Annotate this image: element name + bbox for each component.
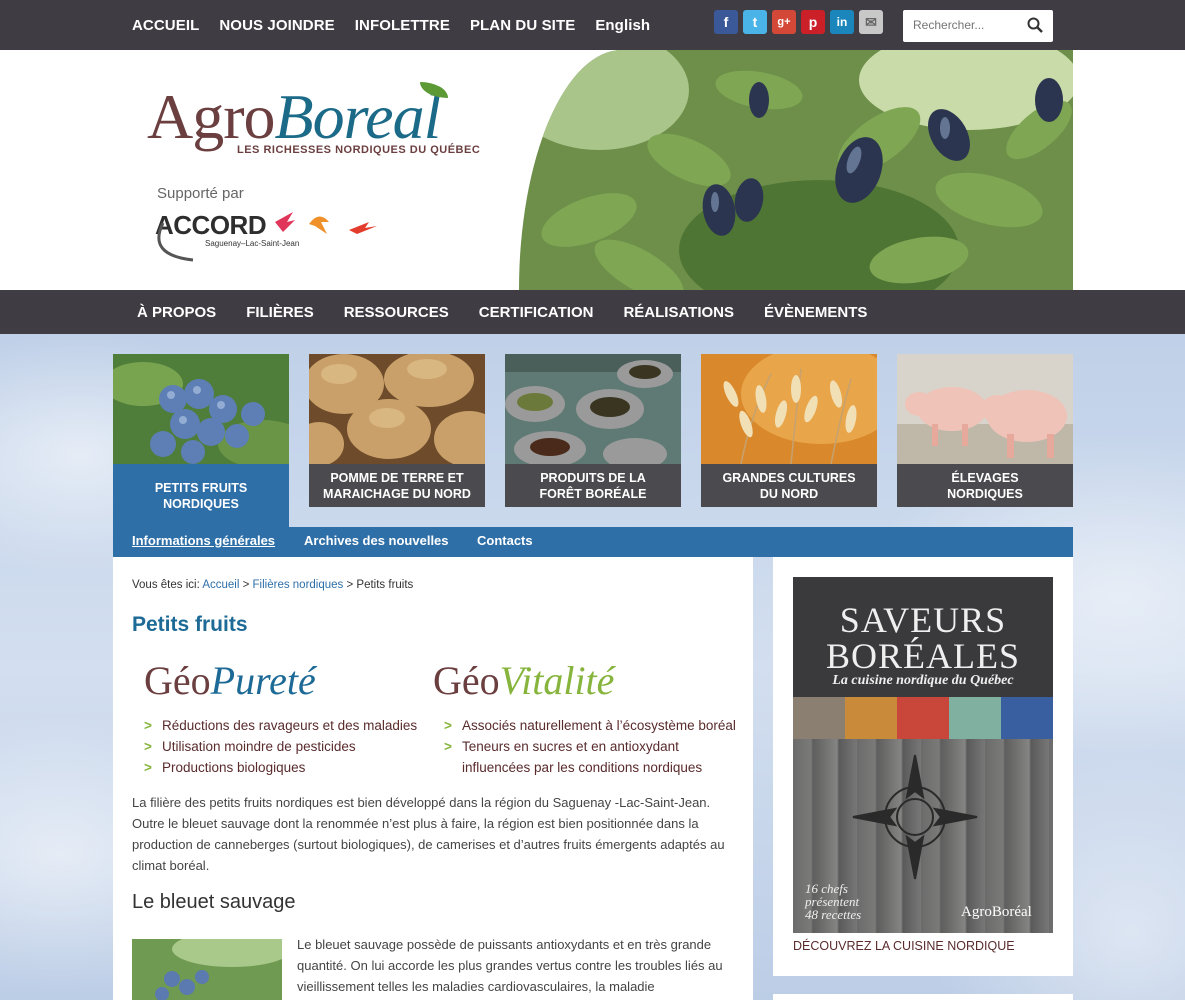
main-nav: À PROPOS FILIÈRES RESSOURCES CERTIFICATI… — [0, 290, 1185, 334]
chevron-right-icon: > — [444, 739, 452, 754]
list-item: > Teneurs en sucres et en antioxydant — [432, 736, 736, 757]
main-nav-filieres[interactable]: FILIÈRES — [246, 304, 314, 321]
book-agroboreal-logo: AgroBoréal — [961, 904, 1032, 920]
main-nav-a-propos[interactable]: À PROPOS — [137, 304, 216, 321]
email-icon[interactable]: ✉ — [859, 10, 883, 34]
breadcrumb: Vous êtes ici: Accueil > Filières nordiq… — [132, 579, 414, 591]
tile-pomme-de-terre[interactable]: POMME DE TERRE ET MARAICHAGE DU NORD — [309, 354, 485, 507]
intro-paragraph: La filière des petits fruits nordiques e… — [132, 795, 725, 873]
pigs-image — [897, 354, 1073, 464]
main-nav-ressources[interactable]: RESSOURCES — [344, 304, 449, 321]
breadcrumb-accueil[interactable]: Accueil — [202, 579, 239, 591]
agroboreal-logo[interactable]: AgroBoreal LES RICHESSES NORDIQUES DU QU… — [147, 80, 480, 156]
pinterest-icon[interactable]: p — [801, 10, 825, 34]
main-nav-realisations[interactable]: RÉALISATIONS — [623, 304, 734, 321]
breadcrumb-filieres[interactable]: Filières nordiques — [253, 579, 344, 591]
book-title-line2: BORÉALES — [825, 636, 1020, 676]
logo-tagline: LES RICHESSES NORDIQUES DU QUÉBEC — [237, 144, 481, 156]
main-nav-evenements[interactable]: ÉVÈNEMENTS — [764, 304, 867, 321]
blueberry-paragraph: Le bleuet sauvage possède de puissants a… — [297, 937, 723, 994]
top-nav-english[interactable]: English — [595, 17, 650, 34]
sub-nav-contacts[interactable]: Contacts — [477, 533, 533, 548]
section-heading: Le bleuet sauvage — [132, 891, 296, 913]
chevron-right-icon: > — [444, 718, 452, 733]
top-nav: ACCUEIL NOUS JOINDRE INFOLETTRE PLAN DU … — [132, 0, 650, 50]
hero-illustration — [519, 50, 1073, 290]
tile-caption: POMME DE TERRE ET MARAICHAGE DU NORD — [309, 464, 485, 507]
sub-nav: Informations générales Archives des nouv… — [113, 527, 1073, 557]
top-nav-accueil[interactable]: ACCUEIL — [132, 17, 199, 34]
main-nav-certification[interactable]: CERTIFICATION — [479, 304, 594, 321]
wild-blueberry-image — [132, 939, 282, 1000]
chevron-right-icon: > — [144, 739, 152, 754]
sidebar-second-widget — [773, 994, 1073, 1000]
book-subtitle: La cuisine nordique du Québec — [832, 673, 1014, 688]
linkedin-icon[interactable]: in — [830, 10, 854, 34]
saveurs-boreales-book-cover[interactable]: SAVEURS BORÉALES La cuisine nordique du … — [793, 577, 1053, 933]
geopurete-logo: GéoPureté — [144, 658, 316, 703]
search-icon[interactable] — [1027, 17, 1043, 33]
main-content: Vous êtes ici: Accueil > Filières nordiq… — [113, 557, 753, 1000]
tile-caption: GRANDES CULTURES DU NORD — [701, 464, 877, 507]
search-input[interactable] — [911, 17, 1025, 33]
list-item: > Utilisation moindre de pesticides — [132, 736, 417, 757]
page-title: Petits fruits — [132, 613, 248, 636]
logo-agro: Agro — [147, 81, 276, 152]
top-nav-infolettre[interactable]: INFOLETTRE — [355, 17, 450, 34]
accord-swoosh-icon — [157, 222, 194, 262]
top-bar: ACCUEIL NOUS JOINDRE INFOLETTRE PLAN DU … — [0, 0, 1185, 50]
list-item: influencées par les conditions nordiques — [462, 760, 703, 775]
tile-produits-foret[interactable]: PRODUITS DE LA FORÊT BORÉALE — [505, 354, 681, 507]
sub-nav-archives[interactable]: Archives des nouvelles — [304, 533, 449, 548]
chevron-right-icon: > — [144, 760, 152, 775]
food-photo-strip — [793, 697, 1053, 739]
google-plus-icon[interactable]: g+ — [772, 10, 796, 34]
birds-icon — [275, 212, 377, 234]
list-item: > Associés naturellement à l’écosystème b… — [432, 715, 736, 736]
top-nav-nous-joindre[interactable]: NOUS JOINDRE — [219, 17, 334, 34]
list-item: > Productions biologiques — [132, 757, 417, 778]
facebook-icon[interactable]: f — [714, 10, 738, 34]
potatoes-image — [309, 354, 485, 464]
sidebar: SAVEURS BORÉALES La cuisine nordique du … — [773, 557, 1073, 976]
site-header: AgroBoreal LES RICHESSES NORDIQUES DU QU… — [0, 50, 1185, 290]
top-nav-plan-du-site[interactable]: PLAN DU SITE — [470, 17, 575, 34]
geovitalite-logo: GéoVitalité — [433, 658, 615, 703]
purete-list: > Réductions des ravageurs et des maladie… — [132, 715, 417, 778]
logo-boreal: Boreal — [274, 81, 442, 152]
tile-petits-fruits[interactable]: PETITS FRUITS NORDIQUES — [113, 354, 289, 527]
accord-logo[interactable]: ACCORD Saguenay–Lac-Saint-Jean — [155, 210, 377, 262]
hero-camerise-image — [519, 50, 1073, 290]
twitter-icon[interactable]: t — [743, 10, 767, 34]
tile-caption: PETITS FRUITS NORDIQUES — [113, 464, 289, 527]
social-links: f t g+ p in ✉ — [714, 10, 883, 34]
book-chefs-text: 16 chefs présentent 48 recettes — [805, 881, 862, 922]
sub-nav-informations[interactable]: Informations générales — [132, 533, 275, 548]
cuisine-nordique-link[interactable]: DÉCOUVREZ LA CUISINE NORDIQUE — [793, 939, 1015, 953]
supported-by-label: Supporté par — [157, 185, 244, 202]
breadcrumb-current: Petits fruits — [356, 579, 414, 591]
tile-caption: ÉLEVAGES NORDIQUES — [897, 464, 1073, 507]
oats-image — [701, 354, 877, 464]
spices-image — [505, 354, 681, 464]
vitalite-list: > Associés naturellement à l’écosystème b… — [432, 715, 736, 778]
tile-elevages[interactable]: ÉLEVAGES NORDIQUES — [897, 354, 1073, 507]
search-box — [903, 10, 1053, 42]
tile-grandes-cultures[interactable]: GRANDES CULTURES DU NORD — [701, 354, 877, 507]
chevron-right-icon: > — [144, 718, 152, 733]
tile-caption: PRODUITS DE LA FORÊT BORÉALE — [505, 464, 681, 507]
blueberries-image — [113, 354, 289, 464]
list-item: > Réductions des ravageurs et des maladie… — [132, 715, 417, 736]
